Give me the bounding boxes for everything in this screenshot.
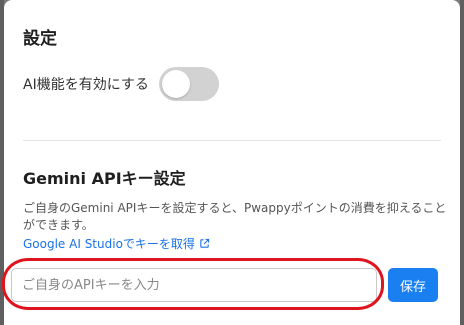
modal-backdrop-right: [460, 0, 464, 325]
google-ai-studio-link[interactable]: Google AI Studioでキーを取得: [23, 235, 210, 252]
section-divider: [23, 140, 441, 141]
toggle-knob: [161, 70, 190, 98]
ai-feature-label: AI機能を有効にする: [23, 77, 149, 93]
save-button[interactable]: 保存: [388, 268, 438, 302]
dialog-title: 設定: [23, 29, 57, 49]
ai-feature-row: AI機能を有効にする: [23, 67, 219, 101]
gemini-description: ご自身のGemini APIキーを設定すると、Pwappyポイントの消費を抑える…: [23, 201, 447, 232]
gemini-api-key-input[interactable]: [11, 268, 377, 302]
gemini-section-title: Gemini APIキー設定: [23, 169, 186, 188]
google-ai-studio-link-label: Google AI Studioでキーを取得: [23, 237, 195, 251]
external-link-icon: [200, 238, 210, 248]
ai-feature-toggle[interactable]: [158, 67, 219, 101]
